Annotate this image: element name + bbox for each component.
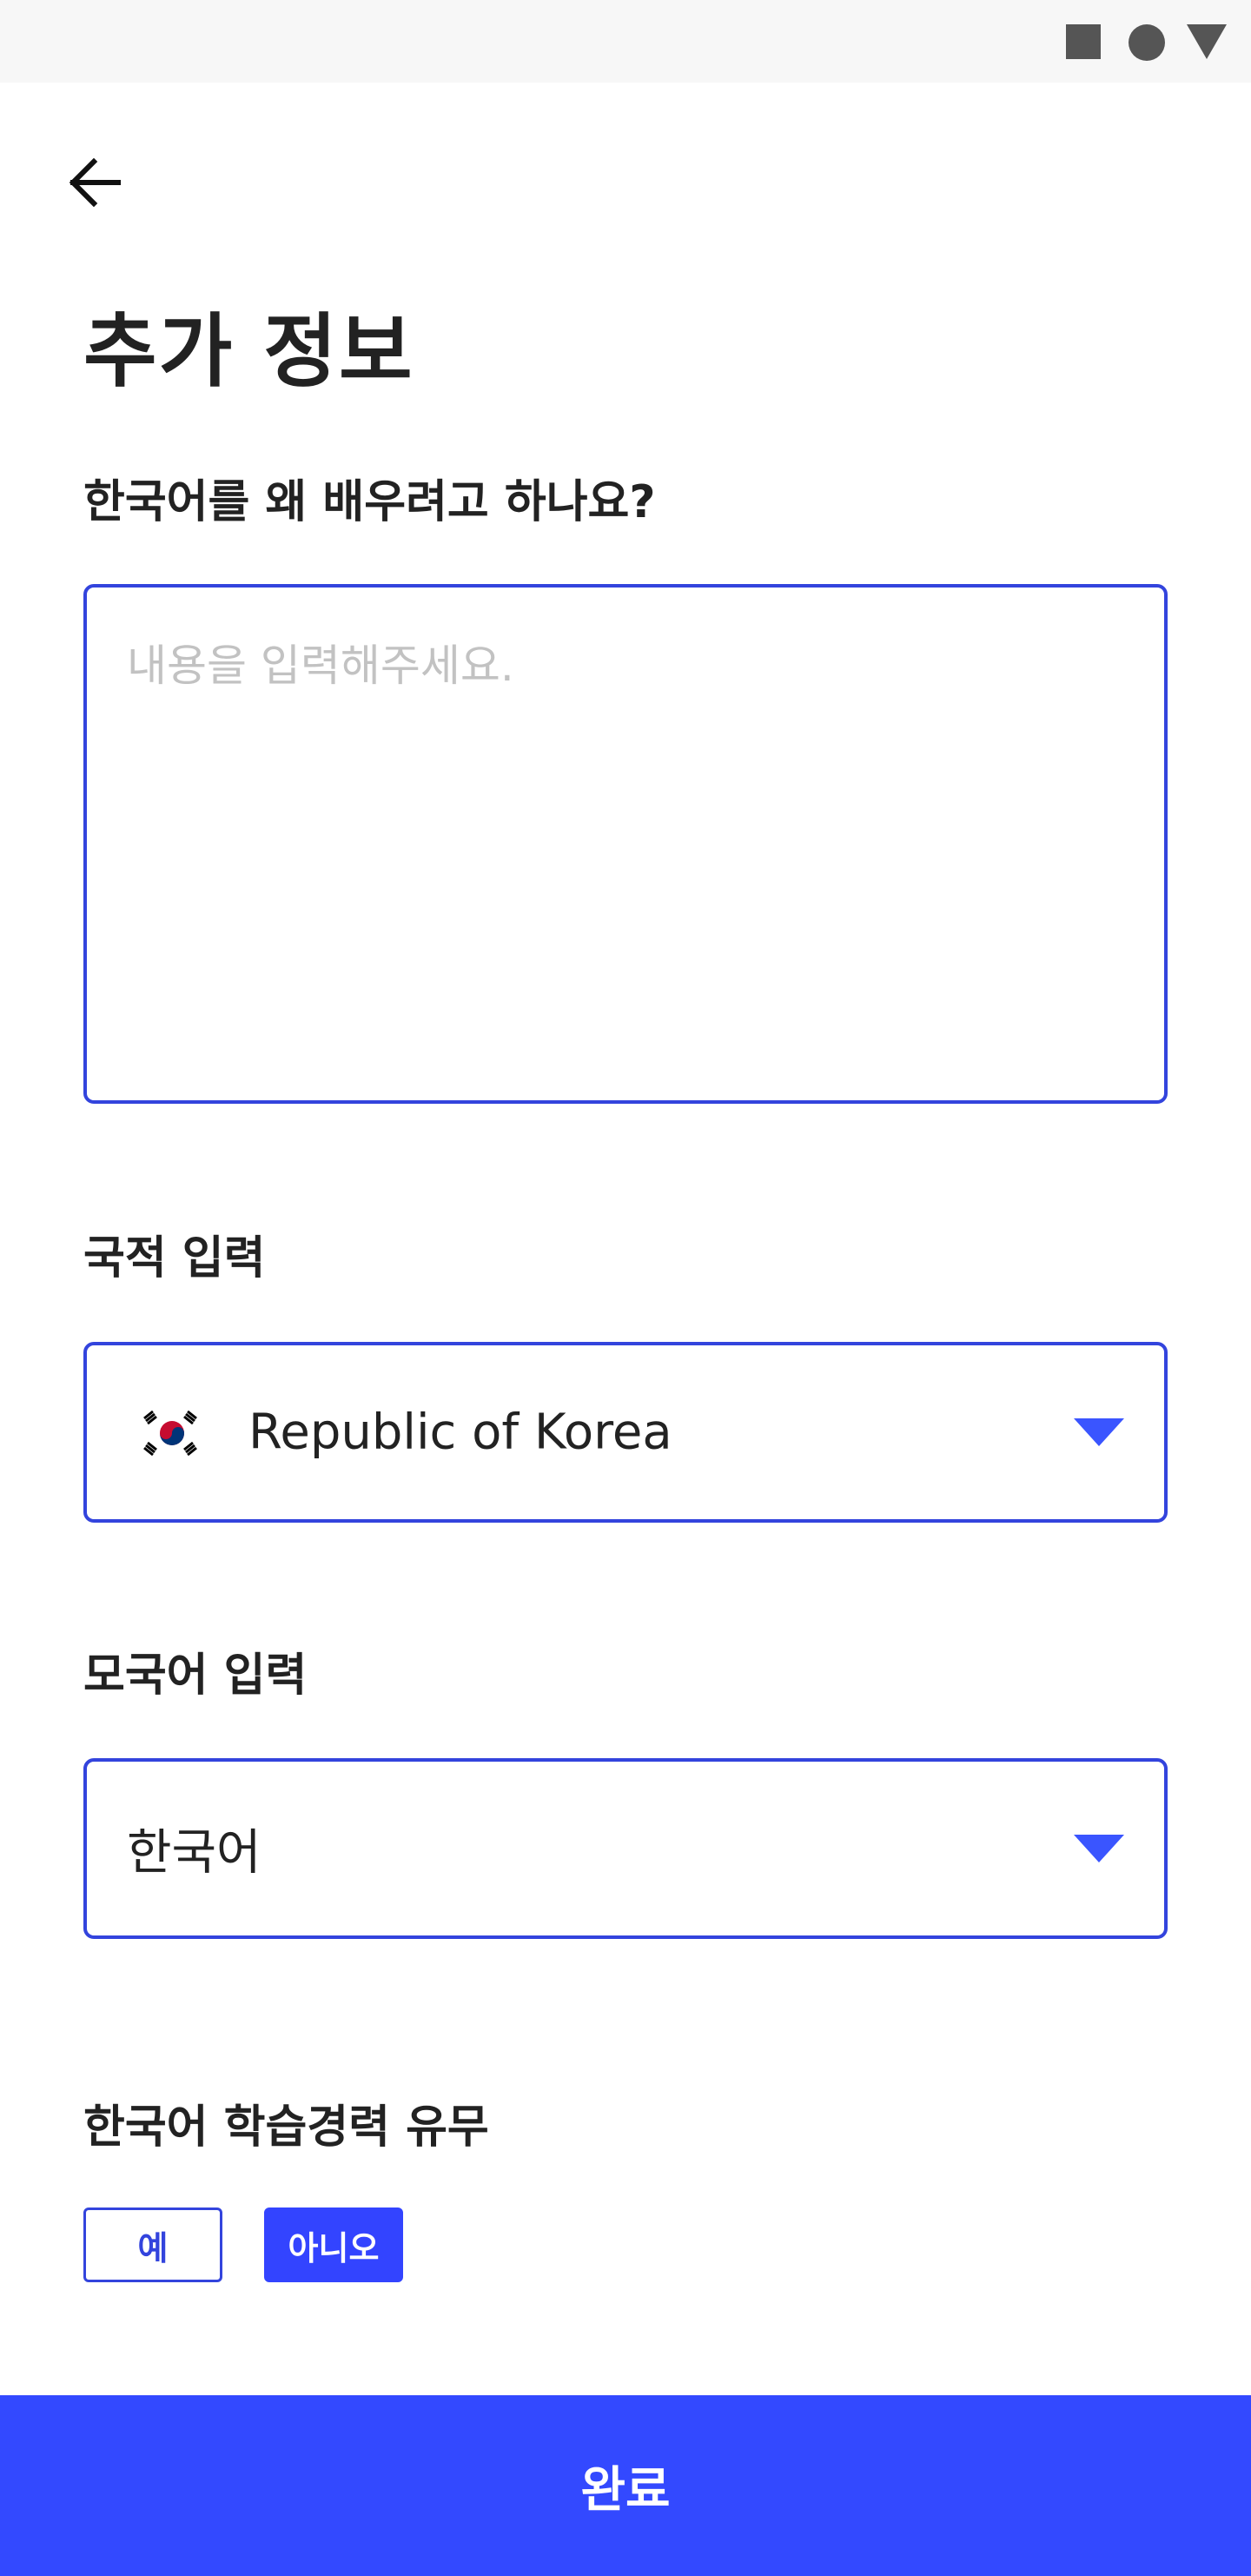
reason-label: 한국어를 왜 배우려고 하나요? [83, 476, 656, 528]
page-title: 추가 정보 [83, 305, 414, 398]
experience-yes-button[interactable]: 예 [83, 2208, 222, 2282]
native-language-label: 모국어 입력 [83, 1650, 308, 1702]
signal-icon [1187, 24, 1227, 59]
nationality-label: 국적 입력 [83, 1232, 266, 1285]
arrow-left-icon [69, 157, 121, 208]
south-korea-flag-icon [137, 1406, 207, 1460]
status-bar [0, 0, 1251, 83]
back-button[interactable] [61, 148, 130, 217]
native-language-select[interactable]: 한국어 [83, 1758, 1168, 1939]
submit-button[interactable]: 완료 [0, 2395, 1251, 2576]
experience-no-button[interactable]: 아니오 [264, 2208, 403, 2282]
recent-apps-icon [1066, 24, 1101, 59]
chevron-down-icon [1074, 1835, 1124, 1862]
nationality-select[interactable]: Republic of Korea [83, 1342, 1168, 1523]
additional-info-screen: 추가 정보 한국어를 왜 배우려고 하나요? 내용을 입력해주세요. 국적 입력… [0, 0, 1251, 2576]
chevron-down-icon [1074, 1418, 1124, 1446]
home-icon [1129, 24, 1165, 61]
reason-placeholder: 내용을 입력해주세요. [127, 641, 514, 691]
experience-label: 한국어 학습경력 유무 [83, 2101, 489, 2154]
reason-textarea[interactable]: 내용을 입력해주세요. [83, 584, 1168, 1104]
nationality-value: Republic of Korea [248, 1404, 672, 1461]
native-language-value: 한국어 [127, 1824, 261, 1882]
